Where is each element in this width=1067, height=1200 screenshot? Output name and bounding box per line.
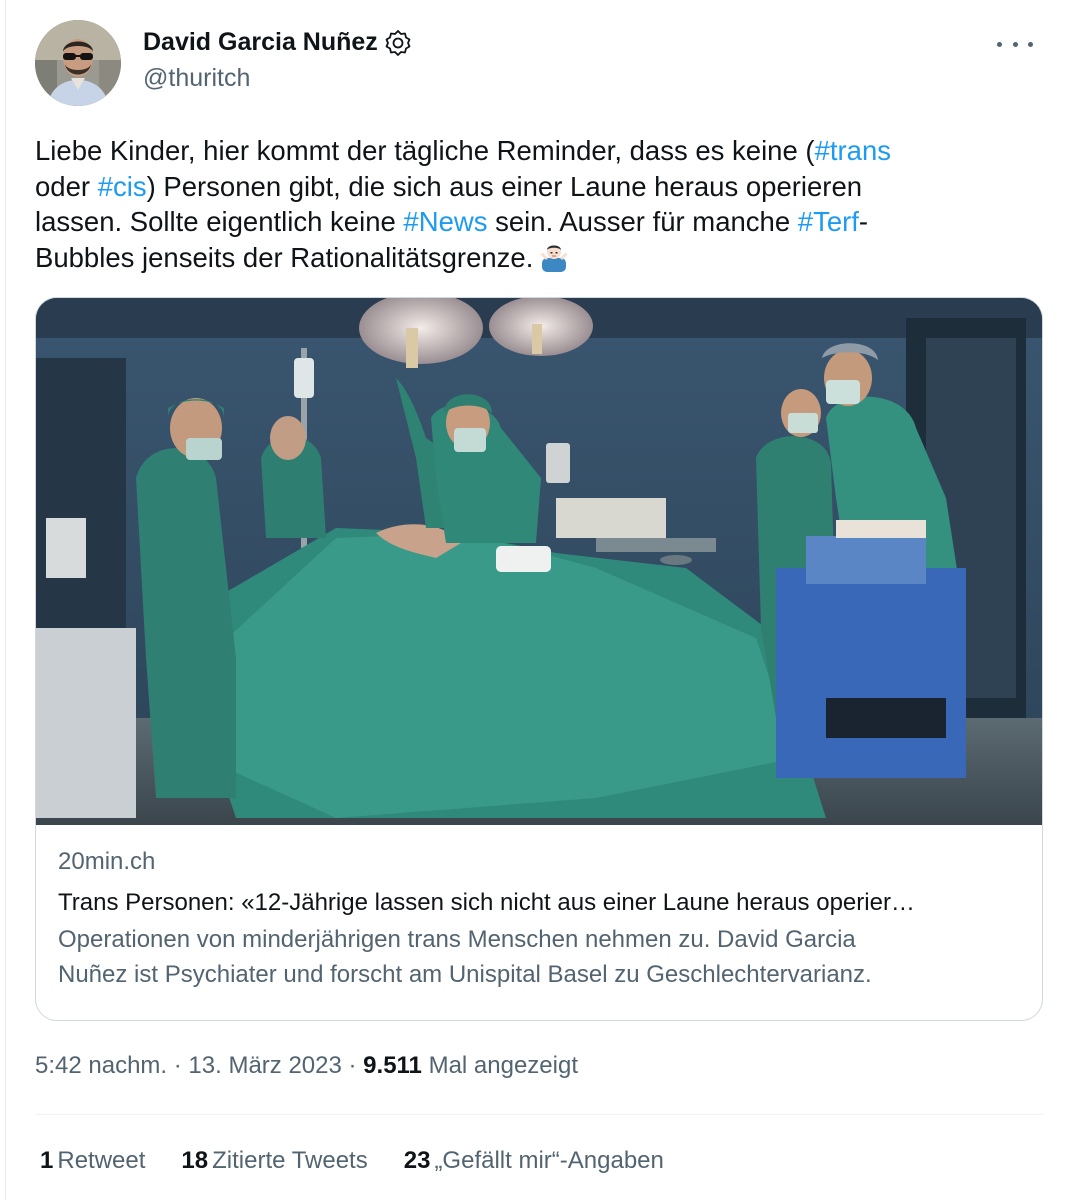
- card-description-line: Operationen von minderjährigen trans Men…: [58, 926, 856, 953]
- card-title[interactable]: Trans Personen: «12-Jährige lassen sich …: [58, 886, 1018, 920]
- retweets-stat[interactable]: 1 Retweet: [40, 1147, 145, 1175]
- hashtag-cis[interactable]: #cis: [98, 171, 147, 202]
- link-preview-card[interactable]: 20min.ch Trans Personen: «12-Jährige las…: [35, 297, 1043, 1021]
- hashtag-news[interactable]: #News: [403, 206, 487, 237]
- timestamp-row: 5:42 nachm. · 13. März 2023 · 9.511 Mal …: [35, 1052, 578, 1079]
- left-frame-line: [5, 0, 6, 1200]
- card-description-line: Nuñez ist Psychiater und forscht am Unis…: [58, 961, 872, 988]
- tweet-line: Bubbles jenseits der Rationalitätsgrenze…: [35, 240, 1025, 276]
- tweet-line: lassen. Sollte eigentlich keine #News se…: [35, 206, 869, 237]
- hashtag-terf[interactable]: #Terf: [798, 206, 859, 237]
- card-meta: 20min.ch Trans Personen: «12-Jährige las…: [58, 846, 1018, 992]
- card-domain: 20min.ch: [58, 848, 156, 875]
- tweet-time-link[interactable]: 5:42 nachm.: [35, 1052, 167, 1079]
- tweet-line: oder #cis) Personen gibt, die sich aus e…: [35, 170, 863, 202]
- hashtag-trans[interactable]: #trans: [815, 135, 891, 166]
- more-options-icon[interactable]: [997, 32, 1033, 56]
- tweet-line: Liebe Kinder, hier kommt der tägliche Re…: [35, 135, 891, 166]
- avatar[interactable]: [35, 20, 121, 106]
- tweet-date-link[interactable]: 13. März 2023: [188, 1052, 341, 1079]
- likes-stat[interactable]: 23 „Gefällt mir“-Angaben: [404, 1147, 664, 1175]
- operating-room-photo[interactable]: [36, 298, 1042, 825]
- quote-tweets-stat[interactable]: 18 Zitierte Tweets: [181, 1147, 367, 1175]
- handle[interactable]: @thuritch: [143, 64, 250, 93]
- view-count-label: Mal angezeigt: [421, 1052, 578, 1079]
- man-shrugging-emoji-icon: [539, 242, 569, 272]
- divider: [35, 1114, 1043, 1115]
- tweet-text: Liebe Kinder, hier kommt der tägliche Re…: [35, 133, 1025, 275]
- card-description: Operationen von minderjährigen trans Men…: [58, 922, 1018, 992]
- verified-badge-icon: [384, 29, 412, 57]
- tweet-header: David Garcia Nuñez @thuritch: [35, 20, 1035, 110]
- view-count: 9.511: [363, 1052, 422, 1079]
- display-name[interactable]: David Garcia Nuñez: [143, 28, 378, 57]
- engagement-stats: 1 Retweet 18 Zitierte Tweets 23 „Gefällt mi…: [40, 1147, 700, 1175]
- name-row: David Garcia Nuñez: [143, 28, 412, 57]
